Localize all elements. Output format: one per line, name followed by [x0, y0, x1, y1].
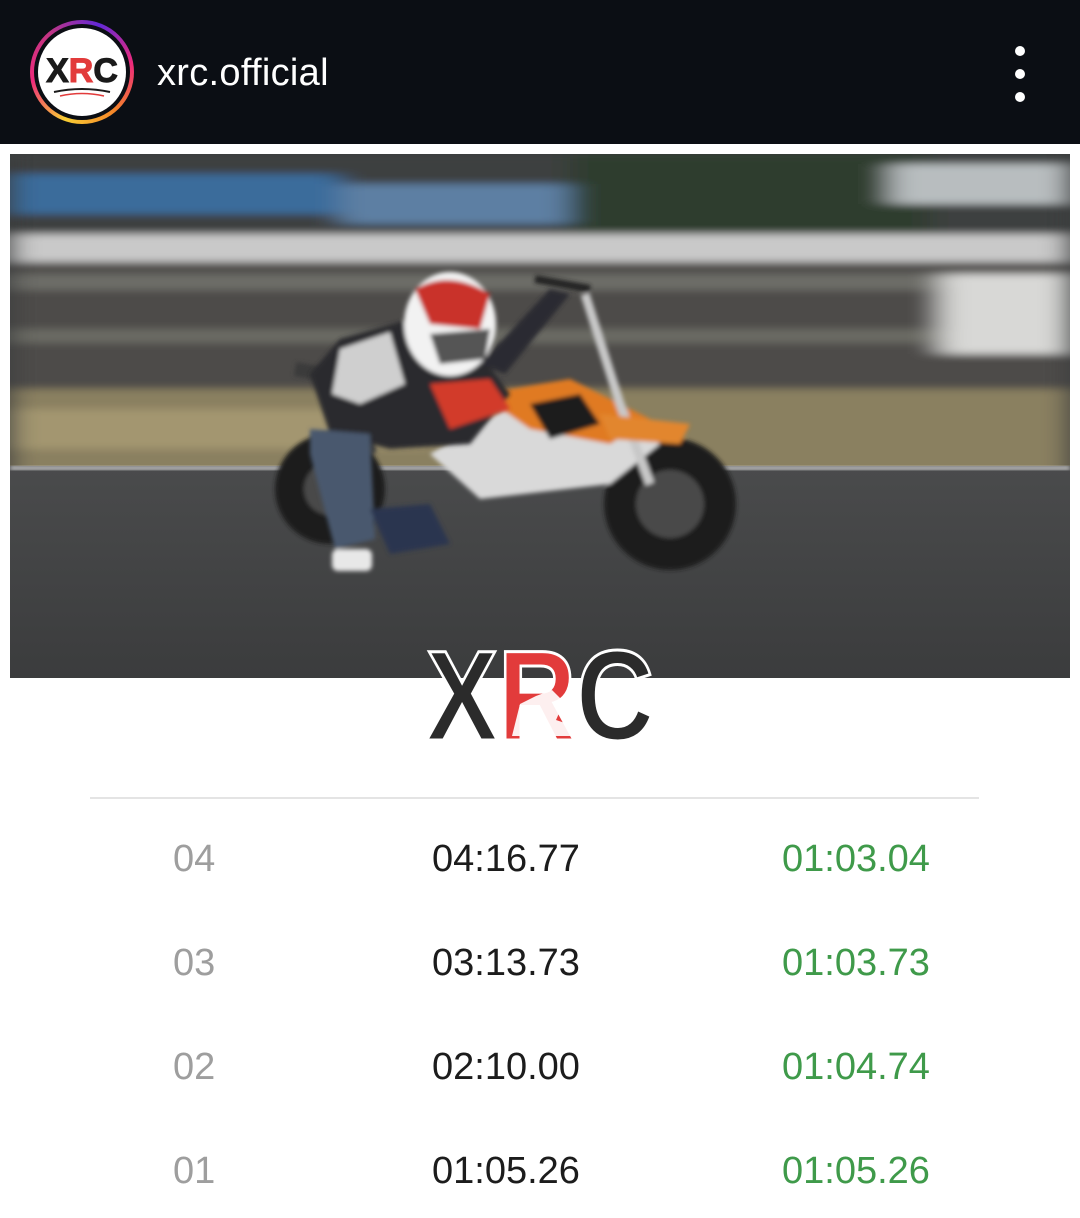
lap-row: 03 03:13.73 01:03.73: [0, 932, 1080, 992]
avatar[interactable]: XRC: [38, 28, 126, 116]
lap-number: 03: [173, 942, 216, 984]
svg-text:XRC: XRC: [46, 52, 118, 90]
lap-total-time: 02:10.00: [432, 1046, 580, 1088]
lap-row: 04 04:16.77 01:03.04: [0, 828, 1080, 888]
lap-total-time: 01:05.26: [432, 1150, 580, 1192]
lap-total-time: 04:16.77: [432, 838, 580, 880]
lap-total-time: 03:13.73: [432, 942, 580, 984]
lap-split-time: 01:03.73: [782, 942, 930, 984]
lap-number: 02: [173, 1046, 216, 1088]
lap-split-time: 01:04.74: [782, 1046, 930, 1088]
post-photo[interactable]: [10, 154, 1070, 678]
xrc-watermark-logo: XRC: [425, 624, 656, 749]
lap-number: 04: [173, 838, 216, 880]
lap-split-time: 01:05.26: [782, 1150, 930, 1192]
lap-row: 01 01:05.26 01:05.26: [0, 1140, 1080, 1200]
motorbike-photo-icon: [10, 154, 1070, 678]
story-ring[interactable]: XRC: [30, 20, 134, 124]
xrc-avatar-logo: XRC: [46, 52, 118, 97]
divider: [90, 797, 979, 799]
lap-number: 01: [173, 1150, 216, 1192]
post-header: XRC xrc.official: [0, 0, 1080, 144]
lap-split-time: 01:03.04: [782, 838, 930, 880]
more-vertical-icon[interactable]: [1000, 46, 1040, 102]
username[interactable]: xrc.official: [157, 52, 329, 95]
lap-row: 02 02:10.00 01:04.74: [0, 1036, 1080, 1096]
